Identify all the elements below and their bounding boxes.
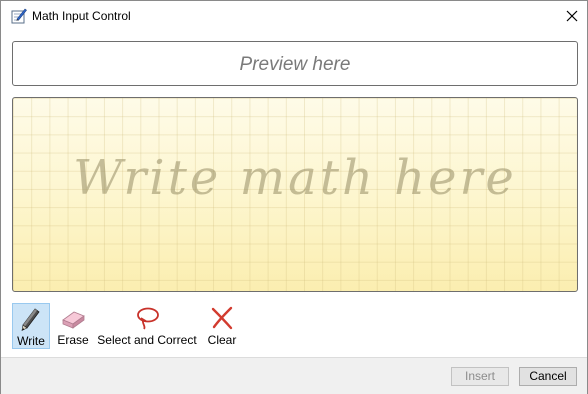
close-button[interactable] <box>557 1 587 31</box>
cancel-button[interactable]: Cancel <box>519 367 577 386</box>
writing-area-hint: Write math here <box>73 150 517 206</box>
writing-area[interactable]: Write math here <box>12 97 578 292</box>
erase-tool-label: Erase <box>57 333 89 347</box>
lasso-icon <box>134 305 160 331</box>
preview-pane: Preview here <box>12 41 578 86</box>
select-and-correct-tool-button[interactable]: Select and Correct <box>97 303 197 349</box>
dialog-footer: Insert Cancel <box>1 357 587 394</box>
select-and-correct-tool-label: Select and Correct <box>97 333 197 347</box>
erase-tool-button[interactable]: Erase <box>54 303 92 349</box>
clear-tool-label: Clear <box>207 333 237 347</box>
write-tool-button[interactable]: Write <box>12 303 50 349</box>
clear-x-icon <box>209 305 235 331</box>
math-input-app-icon <box>11 8 27 24</box>
eraser-icon <box>60 305 86 331</box>
close-icon <box>566 10 578 22</box>
clear-tool-button[interactable]: Clear <box>202 303 242 349</box>
pen-icon <box>18 306 44 332</box>
insert-button[interactable]: Insert <box>451 367 509 386</box>
window-title: Math Input Control <box>32 9 131 23</box>
preview-placeholder: Preview here <box>239 54 351 75</box>
title-bar: Math Input Control <box>1 1 587 31</box>
math-input-window: Math Input Control Preview here Write ma… <box>0 0 588 394</box>
write-tool-label: Write <box>17 334 45 348</box>
